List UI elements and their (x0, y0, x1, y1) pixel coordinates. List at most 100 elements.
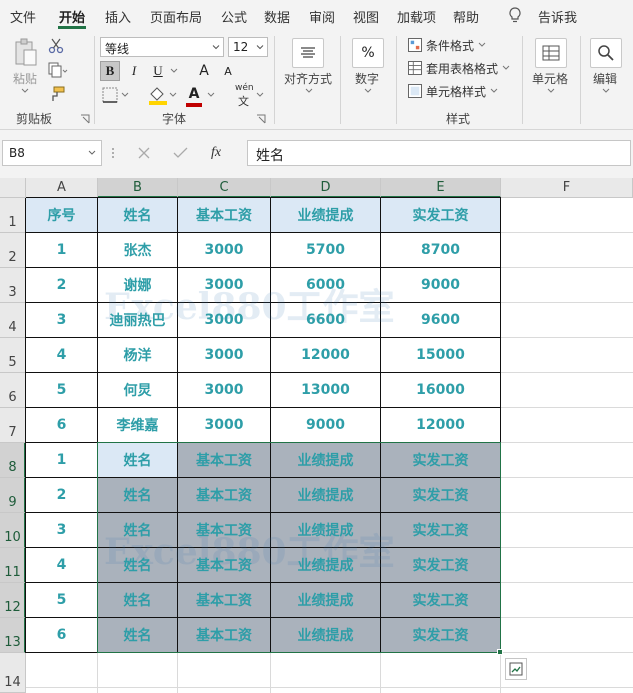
row-header-2[interactable]: 2 (0, 233, 26, 268)
table-cell[interactable]: 6 (26, 618, 97, 652)
editing-dropdown-icon[interactable] (602, 88, 610, 94)
table-cell[interactable]: 5 (26, 583, 97, 617)
insert-function-button[interactable]: fx (198, 145, 234, 161)
menu-data[interactable]: 数据 (264, 7, 290, 26)
table-cell[interactable]: 实发工资 (381, 198, 500, 232)
table-cell[interactable]: 8700 (381, 233, 500, 267)
font-name-combo[interactable]: 等线 (100, 37, 224, 57)
cut-icon[interactable] (48, 38, 64, 54)
table-cell[interactable]: 序号 (26, 198, 97, 232)
font-launcher-icon[interactable] (256, 114, 266, 124)
table-cell[interactable]: 1 (26, 443, 97, 477)
number-dropdown-icon[interactable] (364, 88, 372, 94)
cancel-icon[interactable] (126, 146, 162, 160)
fill-color-icon[interactable] (147, 84, 179, 106)
cell-styles-button[interactable]: 单元格样式 (408, 82, 498, 100)
row-header-5[interactable]: 5 (0, 338, 26, 373)
table-cell[interactable]: 5700 (271, 233, 380, 267)
table-cell[interactable]: 3000 (178, 268, 270, 302)
copy-icon[interactable] (48, 62, 68, 78)
table-cell[interactable]: 业绩提成 (271, 198, 380, 232)
column-header-a[interactable]: A (26, 178, 98, 198)
menu-addins[interactable]: 加载项 (397, 7, 436, 26)
phonetic-dropdown-icon[interactable] (256, 92, 264, 98)
table-cell[interactable]: 3000 (178, 408, 270, 442)
paste-button-label[interactable]: 粘贴 (13, 70, 37, 87)
table-cell[interactable]: 4 (26, 338, 97, 372)
phonetic-top[interactable]: wén (235, 83, 254, 93)
table-cell[interactable]: 李维嘉 (98, 408, 177, 442)
paste-icon[interactable] (13, 38, 39, 68)
table-cell[interactable]: 15000 (381, 338, 500, 372)
row-header-9[interactable]: 9 (0, 478, 26, 513)
table-cell[interactable]: 12000 (381, 408, 500, 442)
row-header-1[interactable]: 1 (0, 198, 26, 233)
format-as-table-button[interactable]: 套用表格格式 (408, 59, 510, 77)
table-cell[interactable]: 2 (26, 268, 97, 302)
shrink-font-button[interactable]: A (218, 61, 238, 81)
row-header-11[interactable]: 11 (0, 548, 26, 583)
underline-dropdown-icon[interactable] (170, 68, 178, 74)
table-cell[interactable]: 杨洋 (98, 338, 177, 372)
cells-label[interactable]: 单元格 (532, 70, 568, 87)
alignment-button[interactable] (292, 38, 324, 68)
row-header-12[interactable]: 12 (0, 583, 26, 618)
cells-dropdown-icon[interactable] (547, 88, 555, 94)
italic-button[interactable]: I (124, 61, 144, 81)
table-cell[interactable]: 4 (26, 548, 97, 582)
table-cell[interactable]: 谢娜 (98, 268, 177, 302)
paste-dropdown-icon[interactable] (21, 88, 29, 94)
table-cell[interactable]: 9000 (381, 268, 500, 302)
menu-view[interactable]: 视图 (353, 7, 379, 26)
tell-me-search[interactable]: 告诉我 (538, 7, 577, 26)
quick-analysis-button[interactable] (505, 658, 527, 680)
font-color-button[interactable]: A (184, 84, 204, 104)
name-box[interactable]: B8 (2, 140, 102, 166)
table-cell[interactable]: 6000 (271, 268, 380, 302)
column-header-b[interactable]: B (98, 178, 178, 198)
row-header-3[interactable]: 3 (0, 268, 26, 303)
row-header-7[interactable]: 7 (0, 408, 26, 443)
table-cell[interactable]: 9000 (271, 408, 380, 442)
table-cell[interactable]: 3000 (178, 338, 270, 372)
row-header-8[interactable]: 8 (0, 443, 26, 478)
table-cell[interactable]: 3 (26, 303, 97, 337)
cells-button[interactable] (535, 38, 567, 68)
table-cell[interactable]: 姓名 (98, 198, 177, 232)
menu-formulas[interactable]: 公式 (221, 7, 247, 26)
font-color-dropdown-icon[interactable] (207, 92, 215, 98)
column-header-e[interactable]: E (381, 178, 501, 198)
formula-input[interactable]: 姓名 (247, 140, 631, 166)
table-cell[interactable]: 3000 (178, 373, 270, 407)
table-cell[interactable]: 6 (26, 408, 97, 442)
alignment-dropdown-icon[interactable] (305, 88, 313, 94)
menu-help[interactable]: 帮助 (453, 7, 479, 26)
editing-button[interactable] (590, 38, 622, 68)
bold-button[interactable]: B (100, 61, 120, 81)
table-cell[interactable]: 3000 (178, 303, 270, 337)
table-cell[interactable]: 16000 (381, 373, 500, 407)
format-painter-icon[interactable] (48, 86, 66, 102)
table-cell[interactable]: 1 (26, 233, 97, 267)
row-header-6[interactable]: 6 (0, 373, 26, 408)
table-cell[interactable]: 12000 (271, 338, 380, 372)
table-cell[interactable]: 张杰 (98, 233, 177, 267)
column-header-d[interactable]: D (271, 178, 381, 198)
phonetic-bottom[interactable]: 文 (238, 93, 249, 109)
font-size-combo[interactable]: 12 (228, 37, 268, 57)
table-cell[interactable]: 6600 (271, 303, 380, 337)
table-cell[interactable]: 何炅 (98, 373, 177, 407)
drag-handle-icon[interactable] (110, 146, 116, 160)
table-cell[interactable]: 基本工资 (178, 198, 270, 232)
enter-check-icon[interactable] (162, 146, 198, 160)
worksheet-grid[interactable]: ABCDEF1234567891011121314Excel880工作室Exce… (0, 178, 633, 693)
grow-font-button[interactable]: A (194, 61, 214, 81)
menu-insert[interactable]: 插入 (105, 7, 131, 26)
column-header-f[interactable]: F (501, 178, 633, 198)
table-cell[interactable]: 9600 (381, 303, 500, 337)
lightbulb-icon[interactable] (508, 7, 522, 23)
table-cell[interactable]: 2 (26, 478, 97, 512)
alignment-label[interactable]: 对齐方式 (284, 70, 332, 87)
column-header-c[interactable]: C (178, 178, 271, 198)
fill-handle[interactable] (497, 649, 503, 655)
